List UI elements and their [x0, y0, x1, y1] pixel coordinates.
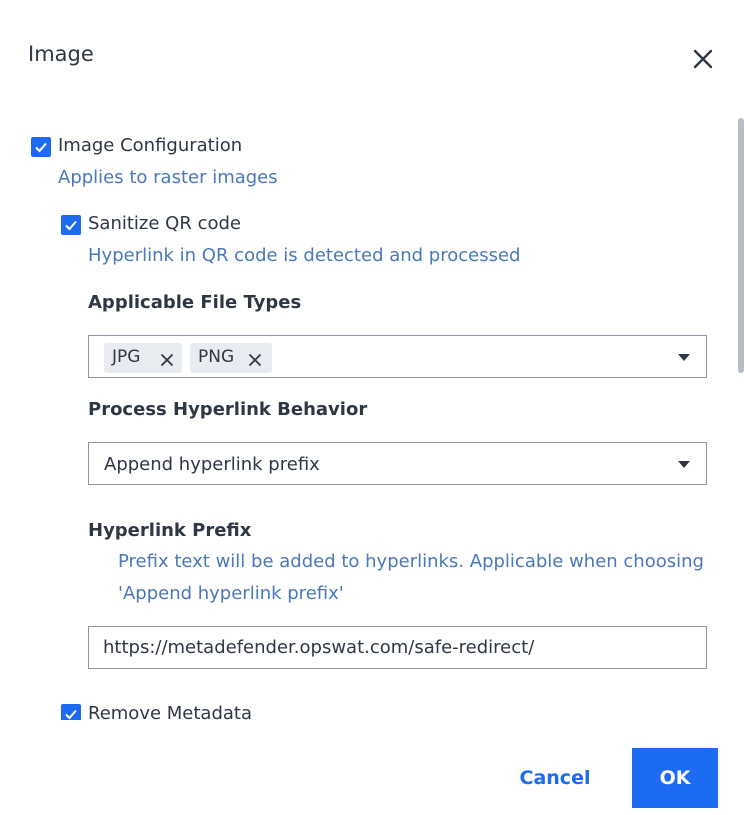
hyperlink-behavior-label: Process Hyperlink Behavior [88, 399, 368, 420]
remove-chip-icon[interactable] [160, 352, 174, 367]
hyperlink-prefix-label: Hyperlink Prefix [88, 520, 252, 541]
image-configuration-label: Image Configuration [58, 135, 243, 156]
checkmark-icon [35, 142, 47, 153]
sanitize-qr-help: Hyperlink in QR code is detected and pro… [88, 245, 521, 266]
chip-jpg: JPG [104, 343, 182, 373]
ok-button[interactable]: OK [632, 748, 718, 808]
hyperlink-behavior-select[interactable]: Append hyperlink prefix [88, 442, 707, 485]
file-types-label: Applicable File Types [88, 292, 302, 313]
remove-metadata-label: Remove Metadata [88, 703, 253, 720]
dialog-title: Image [28, 42, 94, 66]
hyperlink-prefix-input[interactable] [89, 627, 706, 668]
hyperlink-behavior-value: Append hyperlink prefix [104, 454, 320, 475]
remove-chip-icon[interactable] [248, 352, 262, 367]
file-types-select[interactable]: JPG PNG [88, 335, 707, 378]
cancel-button[interactable]: Cancel [500, 748, 610, 808]
image-dialog: Image Image Configuration Applies to ras… [0, 0, 744, 815]
checkmark-icon [65, 709, 77, 720]
image-configuration-checkbox[interactable] [31, 137, 51, 157]
dialog-body: Image Configuration Applies to raster im… [0, 118, 744, 720]
close-icon [688, 44, 718, 74]
hyperlink-prefix-help-line1: Prefix text will be added to hyperlinks.… [118, 551, 704, 572]
remove-metadata-checkbox[interactable] [61, 704, 81, 720]
image-configuration-help: Applies to raster images [58, 167, 278, 188]
chip-label: JPG [112, 347, 141, 367]
chip-label: PNG [198, 347, 235, 367]
dropdown-arrow-icon [678, 354, 690, 361]
dropdown-arrow-icon [678, 461, 690, 468]
hyperlink-prefix-help-line2: 'Append hyperlink prefix' [118, 583, 344, 604]
chip-png: PNG [190, 343, 272, 373]
dialog-footer: Cancel OK [0, 720, 744, 815]
checkmark-icon [65, 220, 77, 231]
sanitize-qr-label: Sanitize QR code [88, 213, 241, 234]
hyperlink-prefix-field[interactable] [88, 626, 707, 669]
close-button[interactable] [688, 44, 718, 74]
sanitize-qr-checkbox[interactable] [61, 215, 81, 235]
scrollbar-thumb[interactable] [738, 118, 744, 373]
